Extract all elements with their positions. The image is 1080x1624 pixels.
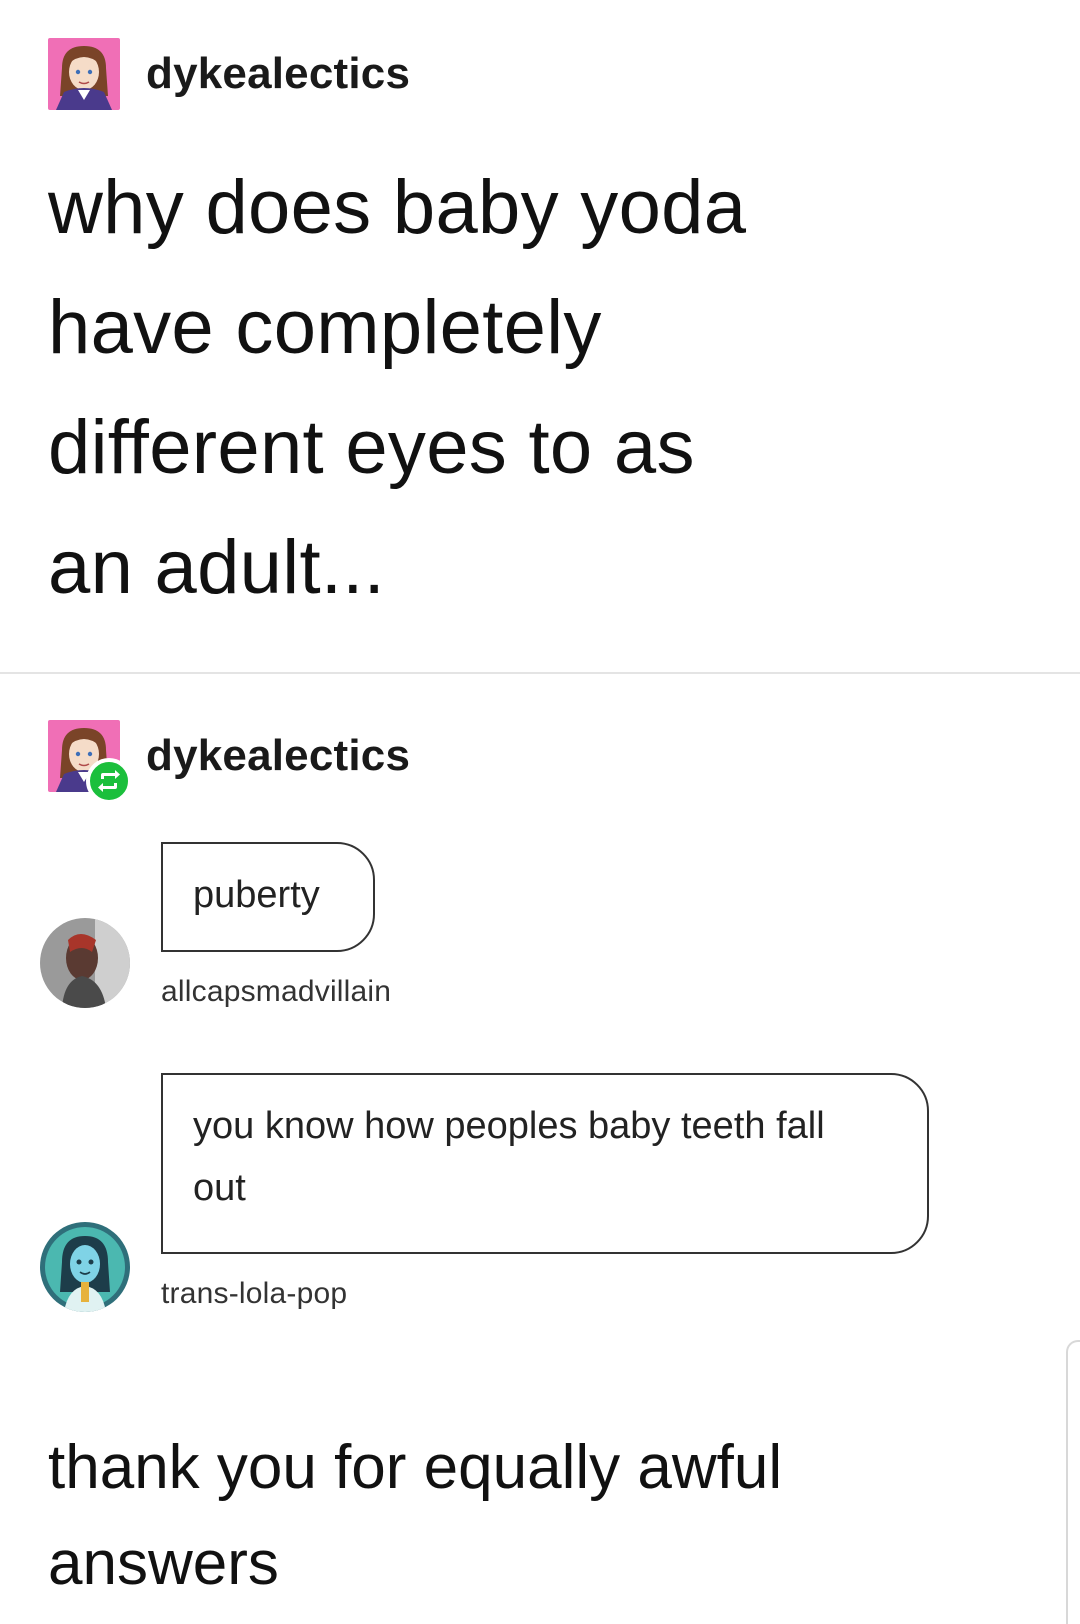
reply-bubble: you know how peoples baby teeth fall out [161,1073,929,1254]
avatar-photo-icon [40,918,130,1008]
side-panel-edge [1066,1340,1080,1624]
user-avatar[interactable] [48,38,120,110]
post-body: why does baby yoda have completely diffe… [48,148,1008,628]
avatar-illustration-icon [40,1222,130,1312]
reply-text-line: out [193,1167,246,1209]
closing-text: thank you for equally awful answers [48,1420,988,1612]
reply-username[interactable]: trans-lola-pop [161,1277,347,1311]
reblog-avatar-wrap [48,720,132,804]
post-body-line: have completely [48,285,602,370]
post-username[interactable]: dykealectics [146,49,410,99]
reply-text-line: you know how peoples baby teeth fall [193,1105,825,1147]
reply-text: puberty [193,874,320,916]
reply-avatar[interactable] [40,918,130,1008]
avatar-illustration-icon [48,38,120,110]
reply-avatar[interactable] [40,1222,130,1312]
divider [0,672,1080,674]
closing-line: thank you for equally awful [48,1433,783,1502]
reblog-username[interactable]: dykealectics [146,731,410,781]
post-body-line: why does baby yoda [48,165,747,250]
post-body-line: an adult... [48,525,386,610]
reblog-header: dykealectics [48,720,410,804]
reblog-icon [86,758,132,804]
closing-line: answers [48,1529,279,1598]
post-body-line: different eyes to as [48,405,695,490]
post-header: dykealectics [48,38,410,110]
reply-bubble: puberty [161,842,375,952]
reply-username[interactable]: allcapsmadvillain [161,975,391,1009]
